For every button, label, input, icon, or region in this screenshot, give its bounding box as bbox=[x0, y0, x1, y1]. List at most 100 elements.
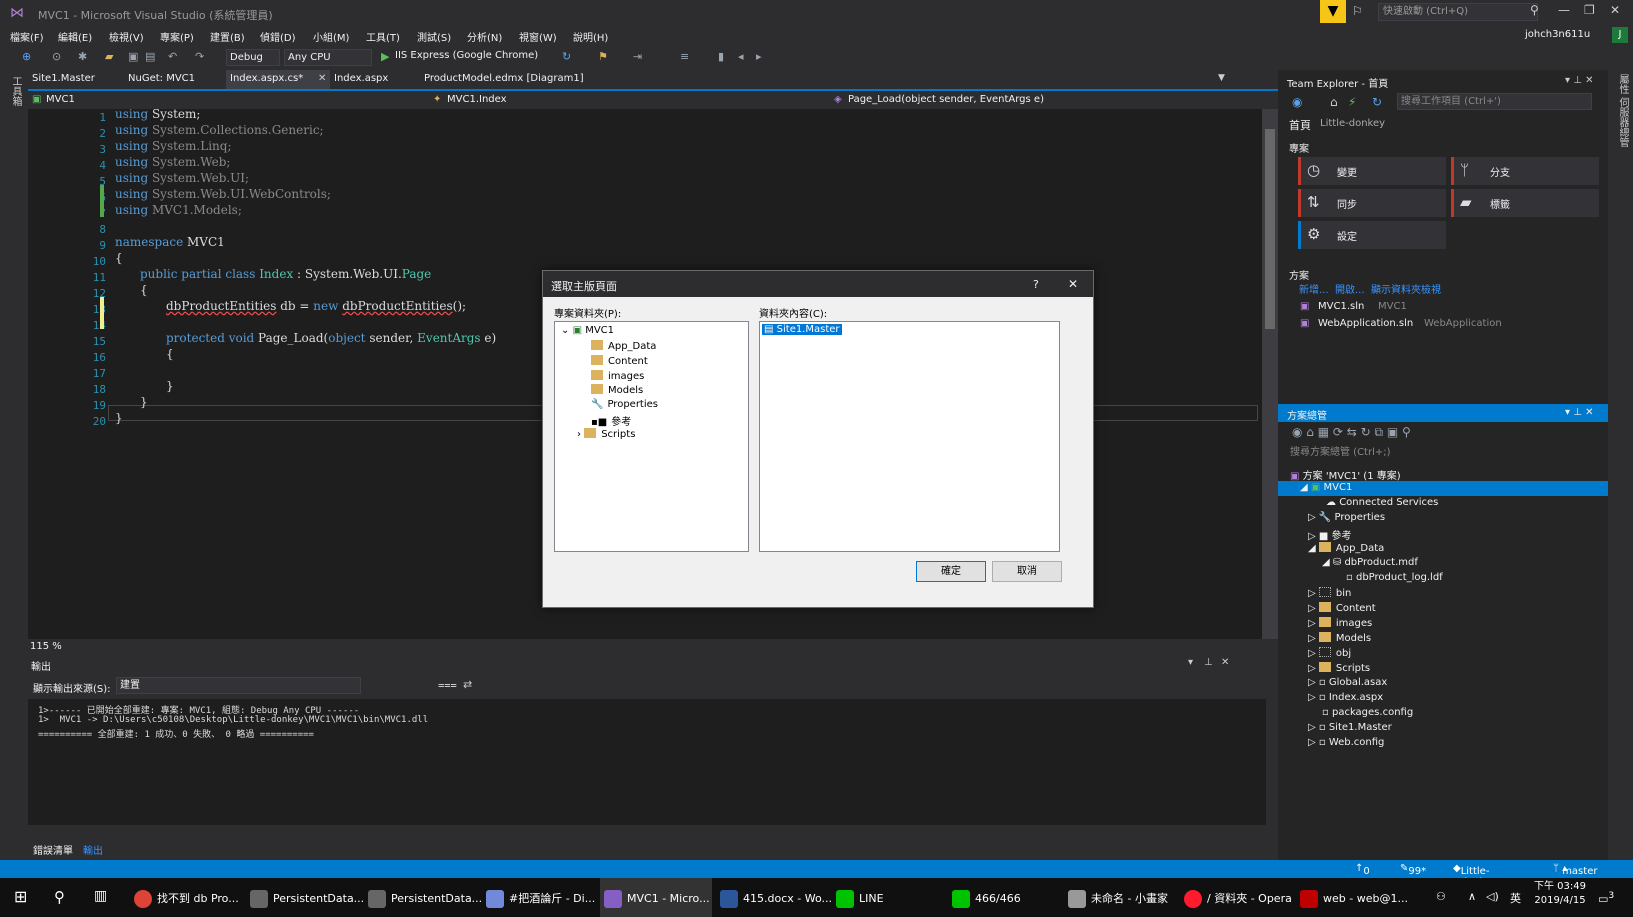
prev-bookmark-icon[interactable]: ◂ bbox=[738, 50, 744, 63]
menu-view[interactable]: 檢視(V) bbox=[109, 29, 144, 44]
te-repo-name[interactable]: Little-donkey bbox=[1320, 118, 1385, 129]
tree-item[interactable]: ▷ ▫ Index.aspx bbox=[1308, 692, 1383, 703]
branch-indicator[interactable]: ᛘ master ▴ bbox=[1553, 863, 1597, 877]
search-icon[interactable]: ⚲ bbox=[1530, 3, 1539, 17]
taskbar-item[interactable]: PersistentData... bbox=[368, 878, 482, 917]
next-bookmark-icon[interactable]: ▸ bbox=[756, 50, 762, 63]
solution-config-select[interactable]: Debug bbox=[226, 49, 280, 66]
te-solution-section[interactable]: 方案 bbox=[1289, 267, 1309, 282]
tray-chevron-icon[interactable]: ∧ bbox=[1468, 878, 1476, 917]
pane-controls-icon[interactable]: ▾ ⊥ ✕ bbox=[1565, 407, 1593, 418]
feedback-icon[interactable]: ⚐ bbox=[1352, 4, 1363, 18]
tree-node[interactable]: Content bbox=[591, 355, 648, 367]
te-connect-icon[interactable]: ⚡ bbox=[1348, 95, 1356, 109]
pin-icon[interactable]: ⊥ bbox=[1204, 657, 1213, 668]
te-search-input[interactable]: 搜尋工作項目 (Ctrl+') bbox=[1397, 93, 1592, 110]
menu-window[interactable]: 視窗(W) bbox=[519, 29, 557, 44]
taskbar-item[interactable]: / 資料夾 - Opera bbox=[1184, 878, 1292, 917]
te-home-icon[interactable]: ⌂ bbox=[1330, 95, 1338, 109]
action-center-icon[interactable]: ▭3 bbox=[1598, 878, 1614, 917]
class-dropdown[interactable]: MVC1.Index bbox=[447, 94, 507, 105]
new-project-icon[interactable]: ✱ bbox=[78, 50, 87, 63]
save-icon[interactable]: ▣ bbox=[128, 50, 138, 63]
tree-item[interactable]: ▷ images bbox=[1308, 617, 1372, 629]
tree-item[interactable]: ▷ Content bbox=[1308, 602, 1376, 614]
ime-indicator[interactable]: 英 bbox=[1510, 878, 1521, 917]
tree-node[interactable]: 🔧 Properties bbox=[591, 399, 658, 410]
tree-item[interactable]: ▷ ▫ Global.asax bbox=[1308, 677, 1387, 688]
se-toolbar-icons[interactable]: ◉ ⌂ ▦ ⟳ ⇆ ↻ ⧉ ▣ ⚲ bbox=[1292, 425, 1411, 440]
editor-scrollbar[interactable] bbox=[1262, 109, 1278, 639]
redo-icon[interactable]: ↷ bbox=[195, 50, 204, 63]
te-back-icon[interactable]: ◉ bbox=[1292, 95, 1302, 109]
forward-icon[interactable]: ⊙ bbox=[52, 50, 61, 63]
link-new[interactable]: 新增... bbox=[1299, 281, 1329, 296]
restore-button[interactable]: ❐ bbox=[1584, 3, 1595, 17]
tree-node[interactable]: Models bbox=[591, 384, 643, 396]
link-folder-view[interactable]: 顯示資料夾檢視 bbox=[1371, 281, 1441, 296]
tree-item[interactable]: ▣ 方案 'MVC1' (1 專案) bbox=[1290, 467, 1401, 482]
close-window-button[interactable]: ✕ bbox=[1610, 3, 1620, 17]
tree-item[interactable]: ▫ packages.config bbox=[1322, 707, 1413, 718]
output-text[interactable]: 1>------ 已開始全部重建: 專案: MVC1, 組態: Debug An… bbox=[28, 699, 1266, 825]
tree-item-selected[interactable]: ◢ ▣ MVC1 bbox=[1300, 482, 1352, 493]
taskbar-item[interactable]: LINE bbox=[836, 878, 884, 917]
volume-icon[interactable]: ◁) bbox=[1486, 878, 1499, 917]
content-item-selected[interactable]: ▤ Site1.Master bbox=[762, 324, 842, 335]
member-dropdown[interactable]: Page_Load(object sender, EventArgs e) bbox=[848, 94, 1044, 105]
menu-debug[interactable]: 偵錯(D) bbox=[260, 29, 296, 44]
link-open[interactable]: 開啟... bbox=[1335, 281, 1365, 296]
tab-index-aspx-cs[interactable]: Index.aspx.cs* bbox=[226, 70, 330, 89]
te-refresh-icon[interactable]: ↻ bbox=[1372, 95, 1382, 109]
search-icon[interactable]: ⚲ bbox=[54, 878, 65, 917]
notification-flag-icon[interactable]: ▼ bbox=[1320, 0, 1346, 23]
toolbox-tab[interactable]: 工具箱 bbox=[8, 76, 23, 106]
menu-build[interactable]: 建置(B) bbox=[210, 29, 245, 44]
tree-node[interactable]: ▪■ 參考 bbox=[591, 413, 631, 428]
comment-icon[interactable]: ≡ bbox=[680, 50, 689, 63]
project-folders-tree[interactable]: ⌄ ▣ MVC1 App_Data Content images Models … bbox=[554, 321, 749, 552]
tab-nuget[interactable]: NuGet: MVC1 bbox=[124, 70, 199, 89]
cancel-button[interactable]: 取消 bbox=[992, 561, 1062, 582]
tab-index-aspx[interactable]: Index.aspx bbox=[330, 70, 392, 89]
taskbar-item[interactable]: 找不到 db Pro... bbox=[134, 878, 239, 917]
tile-sync[interactable]: ⇅ 同步 bbox=[1298, 189, 1446, 217]
tree-node-mvc1[interactable]: ⌄ ▣ MVC1 bbox=[561, 325, 614, 336]
close-panel-icon[interactable]: ✕ bbox=[1221, 657, 1229, 668]
menu-analyze[interactable]: 分析(N) bbox=[467, 29, 502, 44]
bookmark-icon[interactable]: ▮ bbox=[718, 50, 724, 63]
back-icon[interactable]: ⊕ bbox=[22, 50, 31, 63]
menu-project[interactable]: 專案(P) bbox=[160, 29, 194, 44]
menu-tools[interactable]: 工具(T) bbox=[366, 29, 400, 44]
panel-dropdown-icon[interactable]: ▾ bbox=[1188, 657, 1193, 668]
taskbar-item[interactable]: web - web@1... bbox=[1300, 878, 1408, 917]
dialog-help-button[interactable]: ? bbox=[1033, 278, 1039, 291]
tree-item[interactable]: ▷ ▫ Site1.Master bbox=[1308, 722, 1392, 733]
start-debug-button[interactable]: IIS Express (Google Chrome) bbox=[395, 50, 538, 61]
taskbar-item[interactable]: 未命名 - 小畫家 bbox=[1068, 878, 1168, 917]
taskbar-item-active[interactable]: MVC1 - Micro... bbox=[600, 878, 712, 917]
tree-node[interactable]: images bbox=[591, 370, 644, 382]
tree-item[interactable]: ☁ Connected Services bbox=[1326, 497, 1438, 508]
tree-item[interactable]: ▷ ■ 參考 bbox=[1308, 527, 1352, 542]
push-count[interactable]: ↑ 0 bbox=[1355, 863, 1370, 877]
solution-name[interactable]: MVC1.sln bbox=[1318, 301, 1364, 312]
pane-controls-icon[interactable]: ▾ ⊥ ✕ bbox=[1565, 75, 1593, 86]
tree-node[interactable]: App_Data bbox=[591, 340, 656, 352]
quick-launch-input[interactable]: 快速啟動 (Ctrl+Q) bbox=[1378, 3, 1538, 21]
output-source-select[interactable]: 建置 bbox=[116, 677, 361, 694]
zoom-level-select[interactable]: 115 % bbox=[30, 641, 62, 652]
te-project-section[interactable]: 專案 bbox=[1289, 140, 1309, 155]
tree-item[interactable]: ◢ App_Data bbox=[1308, 542, 1384, 554]
pending-changes[interactable]: ✎ 99* bbox=[1400, 863, 1426, 877]
taskbar-item[interactable]: 415.docx - Wo... bbox=[720, 878, 832, 917]
taskbar-item[interactable]: PersistentData... bbox=[250, 878, 364, 917]
tile-changes[interactable]: ◷ 變更 bbox=[1298, 157, 1446, 185]
tree-item[interactable]: ▷ 🔧 Properties bbox=[1308, 512, 1385, 523]
indent-icon[interactable]: ⇥ bbox=[633, 50, 642, 63]
user-name[interactable]: johch3n611u bbox=[1525, 29, 1590, 40]
se-search-input[interactable]: 搜尋方案總管 (Ctrl+;) bbox=[1287, 445, 1597, 462]
menu-team[interactable]: 小組(M) bbox=[313, 29, 349, 44]
tree-item[interactable]: ▷ bin bbox=[1308, 587, 1351, 599]
taskbar-item[interactable]: #把酒論斤 - Di... bbox=[486, 878, 595, 917]
